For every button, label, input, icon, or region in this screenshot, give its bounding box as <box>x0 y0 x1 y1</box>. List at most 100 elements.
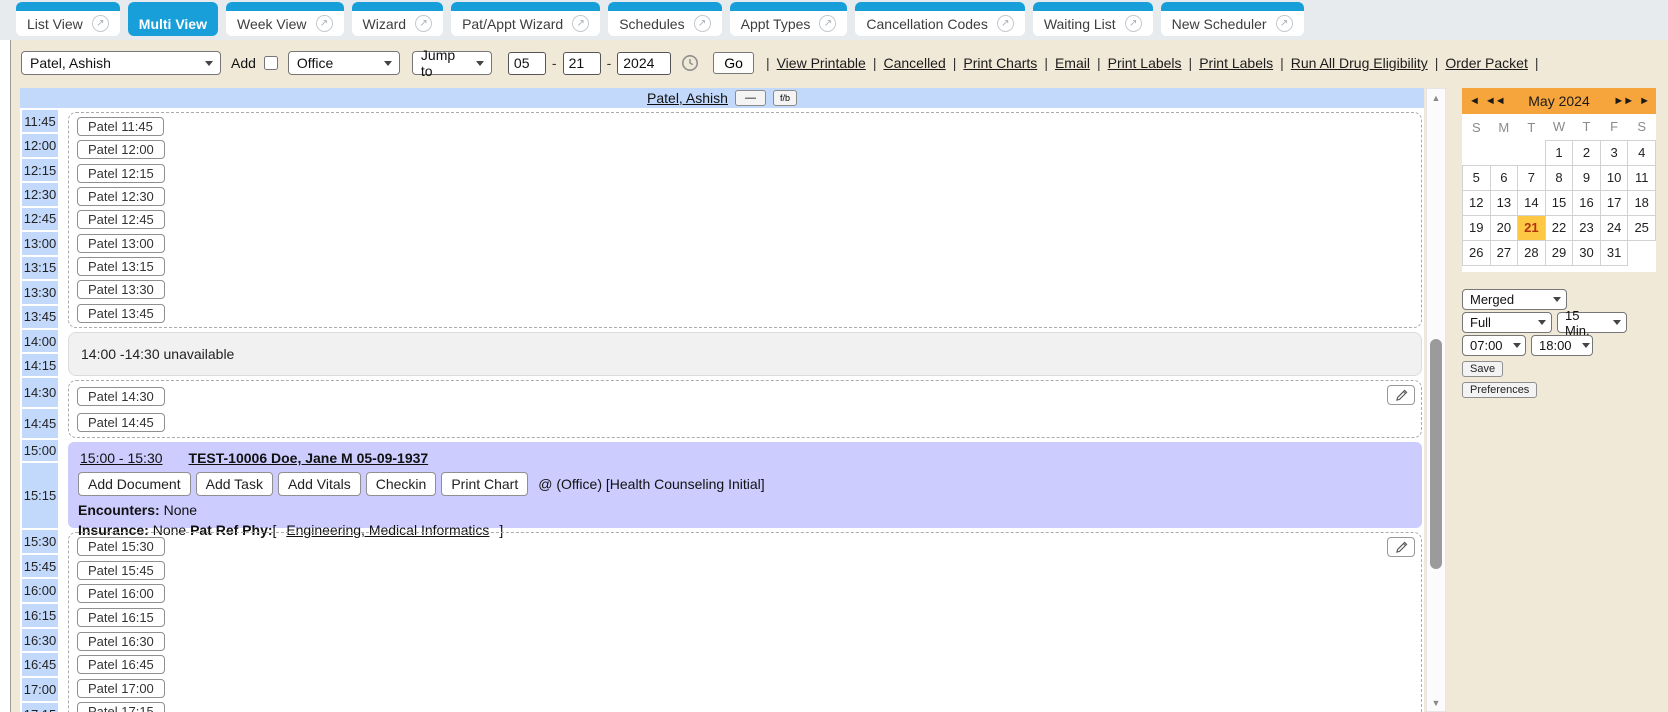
day-cell-20[interactable]: 20 <box>1490 215 1518 240</box>
day-input[interactable] <box>563 52 601 75</box>
link-print-charts[interactable]: Print Charts <box>963 55 1037 71</box>
slot-button-patel-15-30[interactable]: Patel 15:30 <box>77 537 165 556</box>
time-cell[interactable]: 16:45 <box>22 653 58 676</box>
tab-wizard[interactable]: Wizard↗ <box>352 2 444 36</box>
day-cell-21[interactable]: 21 <box>1518 215 1546 240</box>
day-cell-7[interactable]: 7 <box>1518 165 1546 190</box>
day-cell-24[interactable]: 24 <box>1600 215 1628 240</box>
slot-button-patel-16-45[interactable]: Patel 16:45 <box>77 655 165 674</box>
add-document-button[interactable]: Add Document <box>78 472 191 496</box>
tab-multi-view[interactable]: Multi View <box>128 2 218 36</box>
day-cell-29[interactable]: 29 <box>1545 240 1573 265</box>
day-cell-25[interactable]: 25 <box>1628 215 1656 240</box>
vertical-scrollbar[interactable]: ▲ ▼ <box>1426 88 1446 712</box>
end-time-select[interactable]: 18:00 <box>1531 335 1593 356</box>
slot-button-patel-17-15[interactable]: Patel 17:15 <box>77 702 165 712</box>
time-cell[interactable]: 17:15 <box>22 703 58 712</box>
time-cell[interactable]: 15:00 <box>22 440 58 461</box>
slot-button-patel-12-15[interactable]: Patel 12:15 <box>77 164 165 183</box>
time-cell[interactable]: 13:15 <box>22 257 58 279</box>
zoom-select[interactable]: Full <box>1462 312 1552 333</box>
time-cell[interactable]: 14:00 <box>22 330 58 352</box>
day-cell-16[interactable]: 16 <box>1573 190 1601 215</box>
prev-month-icon[interactable]: ◄ <box>1469 95 1479 107</box>
tab-new-scheduler[interactable]: New Scheduler↗ <box>1161 2 1304 36</box>
tab-appt-types[interactable]: Appt Types↗ <box>730 2 848 36</box>
calendar-month-title[interactable]: May 2024 <box>1511 93 1608 109</box>
time-cell[interactable]: 14:30 <box>22 378 58 407</box>
next-year-icon[interactable]: ►► <box>1613 95 1633 107</box>
day-cell-28[interactable]: 28 <box>1518 240 1546 265</box>
day-cell-17[interactable]: 17 <box>1600 190 1628 215</box>
go-button[interactable]: Go <box>713 52 754 74</box>
slot-button-patel-14-30[interactable]: Patel 14:30 <box>77 387 165 406</box>
add-task-button[interactable]: Add Task <box>196 472 273 496</box>
scroll-up-icon[interactable]: ▲ <box>1427 89 1445 106</box>
edit-availability-button[interactable] <box>1387 537 1415 557</box>
tab-waiting-list[interactable]: Waiting List↗ <box>1033 2 1153 36</box>
time-cell[interactable]: 15:45 <box>22 555 58 578</box>
slot-button-patel-16-30[interactable]: Patel 16:30 <box>77 632 165 651</box>
link-cancelled[interactable]: Cancelled <box>883 55 945 71</box>
slot-button-patel-12-45[interactable]: Patel 12:45 <box>77 210 165 229</box>
time-cell[interactable]: 13:30 <box>22 281 58 303</box>
interval-select[interactable]: 15 Min. <box>1557 312 1627 333</box>
time-cell[interactable]: 17:00 <box>22 678 58 701</box>
link-run-all-drug-eligibility[interactable]: Run All Drug Eligibility <box>1291 55 1428 71</box>
open-in-new-window-icon[interactable]: ↗ <box>415 15 432 32</box>
day-cell-3[interactable]: 3 <box>1600 140 1628 165</box>
tab-week-view[interactable]: Week View↗ <box>226 2 344 36</box>
time-cell[interactable]: 16:00 <box>22 579 58 602</box>
day-cell-11[interactable]: 11 <box>1628 165 1656 190</box>
facility-select[interactable]: Office <box>288 51 400 75</box>
time-cell[interactable]: 12:15 <box>22 159 58 181</box>
link-print-labels[interactable]: Print Labels <box>1199 55 1273 71</box>
tab-list-view[interactable]: List View↗ <box>16 2 120 36</box>
slot-button-patel-11-45[interactable]: Patel 11:45 <box>77 117 164 136</box>
slot-button-patel-13-30[interactable]: Patel 13:30 <box>77 280 165 299</box>
add-provider-checkbox[interactable] <box>264 56 278 70</box>
slot-button-patel-13-00[interactable]: Patel 13:00 <box>77 234 165 253</box>
open-in-new-window-icon[interactable]: ↗ <box>316 15 333 32</box>
edit-availability-button[interactable] <box>1387 385 1415 405</box>
day-cell-2[interactable]: 2 <box>1573 140 1601 165</box>
time-cell[interactable]: 16:15 <box>22 604 58 627</box>
fb-toggle-button[interactable]: f/b <box>773 90 797 106</box>
checkin-button[interactable]: Checkin <box>366 472 437 496</box>
time-cell[interactable]: 15:30 <box>22 530 58 553</box>
preferences-button[interactable]: Preferences <box>1462 382 1537 398</box>
scroll-down-icon[interactable]: ▼ <box>1427 694 1445 711</box>
slot-button-patel-16-15[interactable]: Patel 16:15 <box>77 608 165 627</box>
add-vitals-button[interactable]: Add Vitals <box>278 472 361 496</box>
slot-button-patel-12-00[interactable]: Patel 12:00 <box>77 140 165 159</box>
time-cell[interactable]: 12:30 <box>22 183 58 205</box>
view-mode-select[interactable]: Merged <box>1462 289 1567 310</box>
start-time-select[interactable]: 07:00 <box>1462 335 1526 356</box>
day-cell-14[interactable]: 14 <box>1518 190 1546 215</box>
slot-button-patel-14-45[interactable]: Patel 14:45 <box>77 413 165 432</box>
slot-button-patel-13-15[interactable]: Patel 13:15 <box>77 257 165 276</box>
day-cell-4[interactable]: 4 <box>1628 140 1656 165</box>
collapse-column-button[interactable]: — <box>735 90 766 106</box>
day-cell-26[interactable]: 26 <box>1463 240 1491 265</box>
day-cell-5[interactable]: 5 <box>1463 165 1491 190</box>
day-cell-6[interactable]: 6 <box>1490 165 1518 190</box>
day-cell-22[interactable]: 22 <box>1545 215 1573 240</box>
day-cell-13[interactable]: 13 <box>1490 190 1518 215</box>
slot-button-patel-17-00[interactable]: Patel 17:00 <box>77 679 165 698</box>
day-cell-15[interactable]: 15 <box>1545 190 1573 215</box>
appointment-patient-link[interactable]: TEST-10006 Doe, Jane M 05-09-1937 <box>189 450 429 466</box>
open-in-new-window-icon[interactable]: ↗ <box>819 15 836 32</box>
link-view-printable[interactable]: View Printable <box>777 55 866 71</box>
jump-to-select[interactable]: Jump to <box>412 51 492 75</box>
link-print-labels[interactable]: Print Labels <box>1108 55 1182 71</box>
open-in-new-window-icon[interactable]: ↗ <box>997 15 1014 32</box>
open-in-new-window-icon[interactable]: ↗ <box>1125 15 1142 32</box>
time-cell[interactable]: 12:00 <box>22 134 58 156</box>
year-input[interactable] <box>617 52 671 75</box>
day-cell-10[interactable]: 10 <box>1600 165 1628 190</box>
appointment-block[interactable]: 15:00 - 15:30 TEST-10006 Doe, Jane M 05-… <box>68 442 1422 528</box>
time-cell[interactable]: 13:45 <box>22 306 58 328</box>
time-cell[interactable]: 11:45 <box>22 110 58 132</box>
time-cell[interactable]: 14:15 <box>22 354 58 376</box>
